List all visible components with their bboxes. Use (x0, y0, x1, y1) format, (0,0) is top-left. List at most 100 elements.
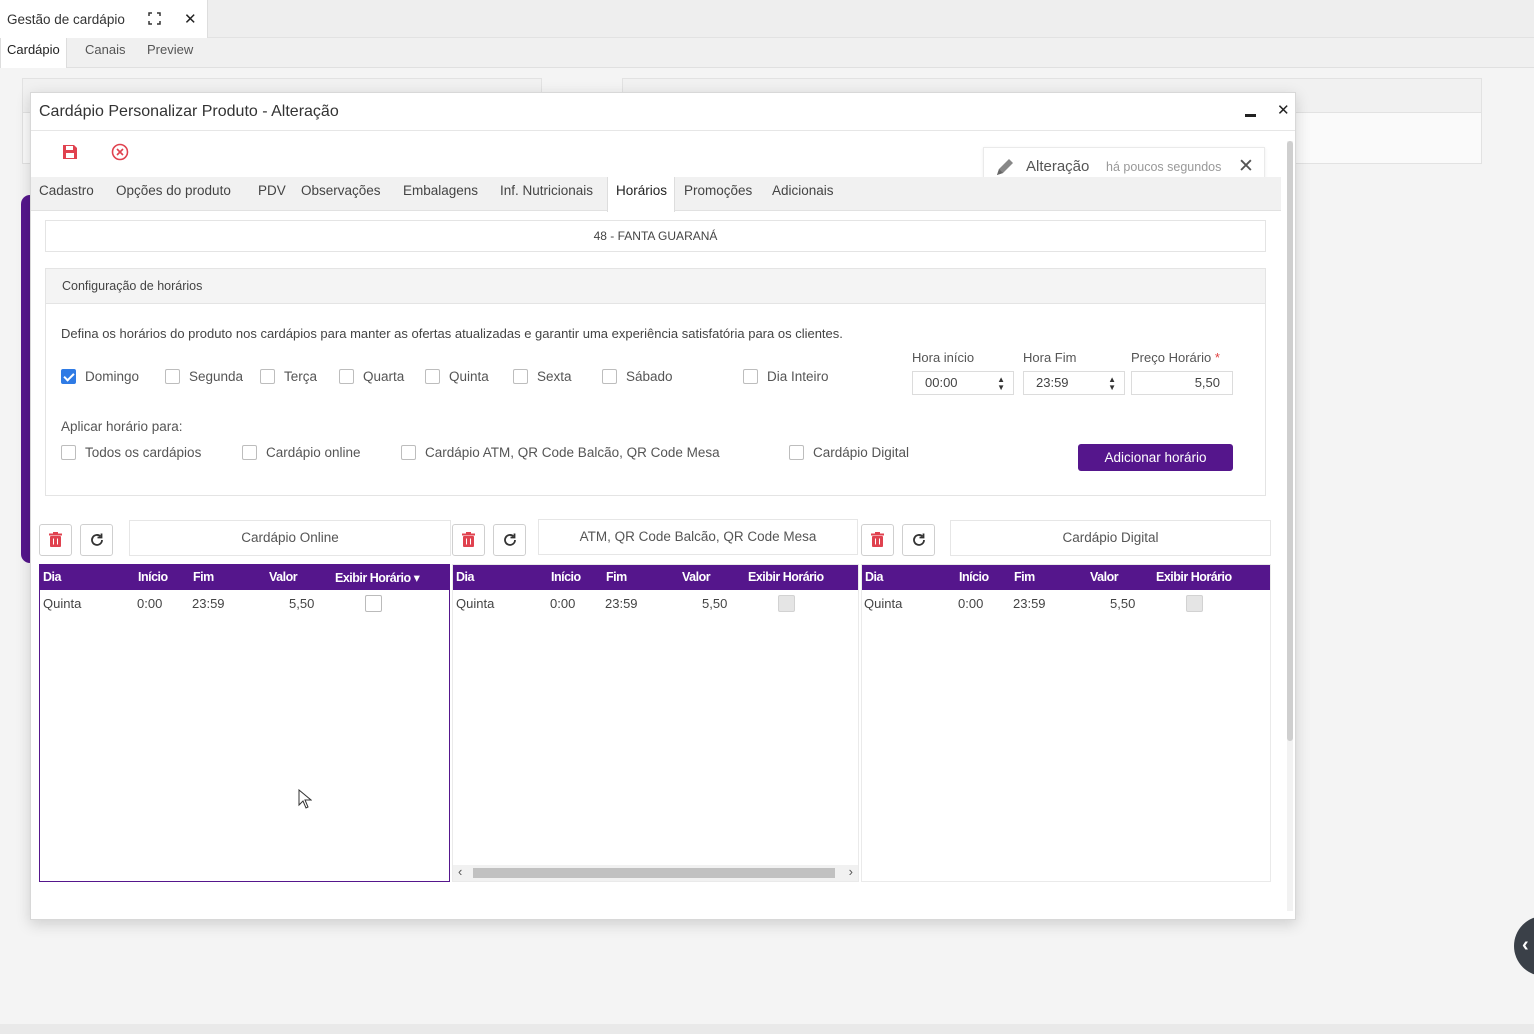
exibir-checkbox[interactable] (365, 595, 382, 612)
required-mark: * (1214, 350, 1220, 365)
checkbox-icon[interactable] (401, 445, 416, 460)
day-checkbox-sexta[interactable]: Sexta (513, 369, 572, 384)
app-subtabs: Cardápio Canais Preview (0, 38, 1534, 68)
horizontal-scrollbar[interactable]: ‹ › (453, 864, 858, 881)
modal-close-icon[interactable]: ✕ (1277, 101, 1290, 119)
grid-header: Dia Início Fim Valor Exibir Horário ▾ (40, 565, 449, 590)
schedule-config-panel: Configuração de horários Defina os horár… (45, 268, 1266, 496)
column-header-exibir[interactable]: Exibir Horário (1156, 570, 1232, 584)
tab-horarios[interactable]: Horários (607, 177, 675, 212)
day-checkbox-dia-inteiro[interactable]: Dia Inteiro (743, 369, 829, 384)
target-checkbox-digital[interactable]: Cardápio Digital (789, 445, 909, 460)
column-header-valor[interactable]: Valor (1090, 570, 1119, 584)
refresh-icon (91, 533, 103, 546)
column-header-valor[interactable]: Valor (682, 570, 711, 584)
tab-observacoes[interactable]: Observações (301, 177, 381, 211)
scroll-left-icon[interactable]: ‹ (458, 864, 462, 879)
day-label: Quarta (363, 369, 405, 384)
day-checkbox-terca[interactable]: Terça (260, 369, 317, 384)
column-header-dia[interactable]: Dia (43, 570, 61, 584)
subtab-canais[interactable]: Canais (79, 38, 131, 68)
modal-title: Cardápio Personalizar Produto - Alteraçã… (39, 103, 339, 120)
modal-scrollbar-thumb[interactable] (1287, 141, 1293, 741)
column-header-inicio[interactable]: Início (959, 570, 989, 584)
add-schedule-button[interactable]: Adicionar horário (1078, 444, 1233, 471)
checkbox-icon[interactable] (339, 369, 354, 384)
target-checkbox-atm[interactable]: Cardápio ATM, QR Code Balcão, QR Code Me… (401, 445, 720, 460)
schedule-grid-atm[interactable]: Dia Início Fim Valor Exibir Horário Quin… (452, 564, 859, 882)
preco-horario-input[interactable]: 5,50 (1131, 371, 1233, 395)
day-checkbox-sabado[interactable]: Sábado (602, 369, 673, 384)
exibir-checkbox[interactable] (1186, 595, 1203, 612)
cancel-icon[interactable] (111, 143, 129, 161)
checkbox-icon[interactable] (425, 369, 440, 384)
spinner-icon[interactable]: ▲ ▼ (997, 372, 1005, 392)
column-header-fim[interactable]: Fim (606, 570, 627, 584)
tab-embalagens[interactable]: Embalagens (403, 177, 478, 211)
checkbox-icon[interactable] (602, 369, 617, 384)
delete-atm-button[interactable] (452, 524, 485, 556)
column-header-dia[interactable]: Dia (865, 570, 883, 584)
column-header-inicio[interactable]: Início (551, 570, 581, 584)
cell-dia: Quinta (43, 596, 82, 611)
notification-close-icon[interactable]: ✕ (1238, 155, 1254, 178)
day-checkbox-domingo[interactable]: Domingo (61, 369, 139, 384)
target-checkbox-online[interactable]: Cardápio online (242, 445, 361, 460)
tab-adicionais[interactable]: Adicionais (772, 177, 834, 211)
day-label: Sexta (537, 369, 572, 384)
column-header-exibir[interactable]: Exibir Horário (748, 570, 824, 584)
column-header-valor[interactable]: Valor (269, 570, 298, 584)
product-name-bar: 48 - FANTA GUARANÁ (45, 220, 1266, 252)
refresh-icon (913, 533, 925, 546)
hora-fim-label: Hora Fim (1023, 350, 1077, 365)
close-icon[interactable]: ✕ (184, 10, 197, 28)
checkbox-icon[interactable] (513, 369, 528, 384)
tab-cadastro[interactable]: Cadastro (39, 177, 94, 211)
day-checkbox-quinta[interactable]: Quinta (425, 369, 489, 384)
tab-pdv[interactable]: PDV (258, 177, 286, 211)
column-header-exibir[interactable]: Exibir Horário ▾ (335, 570, 420, 585)
day-checkbox-segunda[interactable]: Segunda (165, 369, 243, 384)
config-header: Configuração de horários (46, 269, 1265, 304)
refresh-atm-button[interactable] (493, 524, 526, 556)
minimize-icon[interactable] (1245, 102, 1257, 118)
trash-icon (49, 532, 62, 547)
exibir-checkbox[interactable] (778, 595, 795, 612)
target-checkbox-todos[interactable]: Todos os cardápios (61, 445, 201, 460)
day-checkbox-quarta[interactable]: Quarta (339, 369, 404, 384)
save-icon[interactable] (61, 143, 79, 161)
checkbox-icon[interactable] (789, 445, 804, 460)
refresh-online-button[interactable] (80, 524, 113, 556)
app-tab-gestao[interactable]: Gestão de cardápio ✕ (0, 0, 208, 38)
column-header-fim[interactable]: Fim (193, 570, 214, 584)
target-label: Cardápio Digital (813, 445, 910, 460)
hora-fim-input[interactable]: 23:59 ▲ ▼ (1023, 371, 1125, 395)
column-header-inicio[interactable]: Início (138, 570, 168, 584)
expand-icon[interactable] (148, 12, 161, 25)
scroll-thumb[interactable] (473, 868, 835, 878)
checkbox-icon[interactable] (61, 445, 76, 460)
checkbox-icon[interactable] (61, 369, 76, 384)
checkbox-icon[interactable] (260, 369, 275, 384)
column-header-dia[interactable]: Dia (456, 570, 474, 584)
subtab-preview[interactable]: Preview (141, 38, 199, 68)
tab-inf-nutricionais[interactable]: Inf. Nutricionais (500, 177, 593, 211)
floating-toggle-button[interactable]: ‹ (1514, 916, 1534, 976)
checkbox-icon[interactable] (165, 369, 180, 384)
tab-promocoes[interactable]: Promoções (684, 177, 752, 211)
subtab-cardapio[interactable]: Cardápio (0, 38, 67, 68)
schedule-grid-online[interactable]: Dia Início Fim Valor Exibir Horário ▾ Qu… (39, 564, 450, 882)
column-header-fim[interactable]: Fim (1014, 570, 1035, 584)
day-label: Dia Inteiro (767, 369, 829, 384)
checkbox-icon[interactable] (242, 445, 257, 460)
checkbox-icon[interactable] (743, 369, 758, 384)
tab-opcoes-produto[interactable]: Opções do produto (116, 177, 231, 211)
refresh-digital-button[interactable] (902, 524, 935, 556)
spinner-icon[interactable]: ▲ ▼ (1108, 372, 1116, 392)
scroll-right-icon[interactable]: › (849, 864, 853, 879)
hora-inicio-input[interactable]: 00:00 ▲ ▼ (912, 371, 1014, 395)
schedule-grid-digital[interactable]: Dia Início Fim Valor Exibir Horário Quin… (861, 564, 1271, 882)
edit-product-modal: Cardápio Personalizar Produto - Alteraçã… (30, 92, 1296, 920)
delete-online-button[interactable] (39, 524, 72, 556)
delete-digital-button[interactable] (861, 524, 894, 556)
